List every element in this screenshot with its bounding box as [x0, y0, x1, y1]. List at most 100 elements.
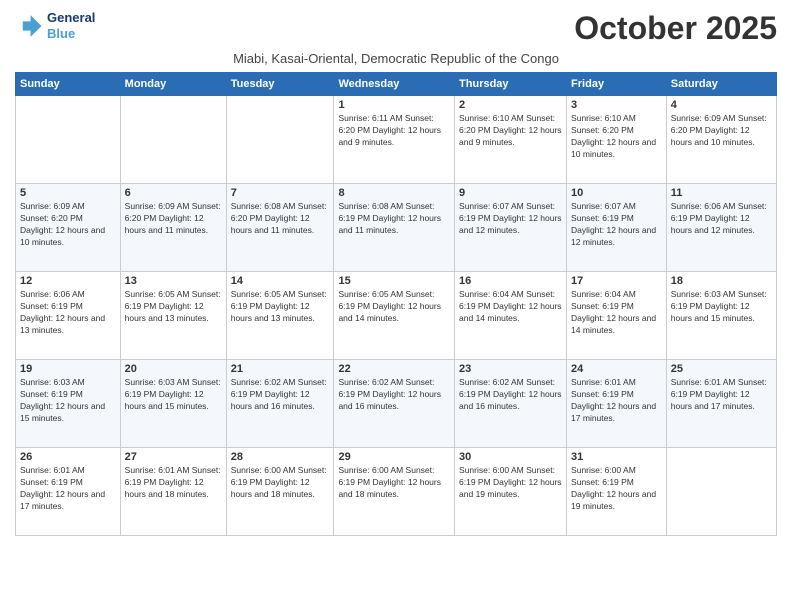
calendar-cell: [120, 96, 226, 184]
calendar-cell: 30 Sunrise: 6:00 AM Sunset: 6:19 PM Dayli…: [455, 448, 567, 536]
week-row-5: 26 Sunrise: 6:01 AM Sunset: 6:19 PM Dayli…: [16, 448, 777, 536]
calendar-cell: 28 Sunrise: 6:00 AM Sunset: 6:19 PM Dayli…: [226, 448, 334, 536]
day-number: 24: [571, 363, 662, 375]
day-number: 3: [571, 99, 662, 111]
cell-info: Sunrise: 6:09 AM Sunset: 6:20 PM Dayligh…: [20, 201, 116, 249]
cell-info: Sunrise: 6:10 AM Sunset: 6:20 PM Dayligh…: [571, 113, 662, 161]
cell-info: Sunrise: 6:09 AM Sunset: 6:20 PM Dayligh…: [125, 201, 222, 237]
cell-info: Sunrise: 6:05 AM Sunset: 6:19 PM Dayligh…: [231, 289, 330, 325]
day-number: 19: [20, 363, 116, 375]
col-header-sunday: Sunday: [16, 73, 121, 96]
calendar-cell: 23 Sunrise: 6:02 AM Sunset: 6:19 PM Dayli…: [455, 360, 567, 448]
day-number: 1: [338, 99, 450, 111]
calendar-cell: 31Sunrise: 6:00 AM Sunset: 6:19 PM Dayli…: [567, 448, 667, 536]
calendar-cell: 10Sunrise: 6:07 AM Sunset: 6:19 PM Dayli…: [567, 184, 667, 272]
cell-info: Sunrise: 6:03 AM Sunset: 6:19 PM Dayligh…: [125, 377, 222, 413]
cell-info: Sunrise: 6:08 AM Sunset: 6:19 PM Dayligh…: [338, 201, 450, 237]
calendar-cell: 22 Sunrise: 6:02 AM Sunset: 6:19 PM Dayli…: [334, 360, 455, 448]
week-row-3: 12Sunrise: 6:06 AM Sunset: 6:19 PM Dayli…: [16, 272, 777, 360]
cell-info: Sunrise: 6:00 AM Sunset: 6:19 PM Dayligh…: [231, 465, 330, 501]
day-number: 27: [125, 451, 222, 463]
cell-info: Sunrise: 6:01 AM Sunset: 6:19 PM Dayligh…: [20, 465, 116, 513]
cell-info: Sunrise: 6:04 AM Sunset: 6:19 PM Dayligh…: [459, 289, 562, 325]
cell-info: Sunrise: 6:00 AM Sunset: 6:19 PM Dayligh…: [338, 465, 450, 501]
logo-text: General Blue: [47, 10, 95, 41]
calendar-table: SundayMondayTuesdayWednesdayThursdayFrid…: [15, 72, 777, 536]
day-number: 28: [231, 451, 330, 463]
header-row: SundayMondayTuesdayWednesdayThursdayFrid…: [16, 73, 777, 96]
calendar-cell: 11 Sunrise: 6:06 AM Sunset: 6:19 PM Dayli…: [666, 184, 776, 272]
day-number: 22: [338, 363, 450, 375]
cell-info: Sunrise: 6:05 AM Sunset: 6:19 PM Dayligh…: [338, 289, 450, 325]
day-number: 12: [20, 275, 116, 287]
calendar-cell: 29Sunrise: 6:00 AM Sunset: 6:19 PM Dayli…: [334, 448, 455, 536]
calendar-cell: 25 Sunrise: 6:01 AM Sunset: 6:19 PM Dayli…: [666, 360, 776, 448]
cell-info: Sunrise: 6:01 AM Sunset: 6:19 PM Dayligh…: [671, 377, 772, 413]
calendar-cell: [666, 448, 776, 536]
day-number: 26: [20, 451, 116, 463]
cell-info: Sunrise: 6:08 AM Sunset: 6:20 PM Dayligh…: [231, 201, 330, 237]
cell-info: Sunrise: 6:00 AM Sunset: 6:19 PM Dayligh…: [459, 465, 562, 501]
day-number: 7: [231, 187, 330, 199]
day-number: 13: [125, 275, 222, 287]
col-header-saturday: Saturday: [666, 73, 776, 96]
day-number: 9: [459, 187, 562, 199]
calendar-cell: 13 Sunrise: 6:05 AM Sunset: 6:19 PM Dayli…: [120, 272, 226, 360]
day-number: 14: [231, 275, 330, 287]
cell-info: Sunrise: 6:10 AM Sunset: 6:20 PM Dayligh…: [459, 113, 562, 149]
calendar-cell: 18Sunrise: 6:03 AM Sunset: 6:19 PM Dayli…: [666, 272, 776, 360]
calendar-cell: 19Sunrise: 6:03 AM Sunset: 6:19 PM Dayli…: [16, 360, 121, 448]
cell-info: Sunrise: 6:01 AM Sunset: 6:19 PM Dayligh…: [571, 377, 662, 425]
calendar-cell: 14 Sunrise: 6:05 AM Sunset: 6:19 PM Dayli…: [226, 272, 334, 360]
day-number: 15: [338, 275, 450, 287]
day-number: 4: [671, 99, 772, 111]
cell-info: Sunrise: 6:01 AM Sunset: 6:19 PM Dayligh…: [125, 465, 222, 501]
calendar-cell: 20Sunrise: 6:03 AM Sunset: 6:19 PM Dayli…: [120, 360, 226, 448]
day-number: 25: [671, 363, 772, 375]
col-header-friday: Friday: [567, 73, 667, 96]
calendar-cell: 6 Sunrise: 6:09 AM Sunset: 6:20 PM Daylig…: [120, 184, 226, 272]
day-number: 23: [459, 363, 562, 375]
calendar-cell: 21 Sunrise: 6:02 AM Sunset: 6:19 PM Dayli…: [226, 360, 334, 448]
cell-info: Sunrise: 6:11 AM Sunset: 6:20 PM Dayligh…: [338, 113, 450, 149]
week-row-4: 19 Sunrise: 6:03 AM Sunset: 6:19 PM Dayli…: [16, 360, 777, 448]
calendar-cell: [16, 96, 121, 184]
logo-icon: [15, 12, 43, 40]
page: General Blue October 2025 Miabi, Kasai-O…: [0, 0, 792, 612]
calendar-cell: 15 Sunrise: 6:05 AM Sunset: 6:19 PM Dayli…: [334, 272, 455, 360]
col-header-wednesday: Wednesday: [334, 73, 455, 96]
day-number: 30: [459, 451, 562, 463]
calendar-cell: [226, 96, 334, 184]
cell-info: Sunrise: 6:00 AM Sunset: 6:19 PM Dayligh…: [571, 465, 662, 513]
calendar-cell: 24 Sunrise: 6:01 AM Sunset: 6:19 PM Dayli…: [567, 360, 667, 448]
month-title: October 2025: [574, 10, 777, 47]
day-number: 21: [231, 363, 330, 375]
logo: General Blue: [15, 10, 95, 41]
cell-info: Sunrise: 6:06 AM Sunset: 6:19 PM Dayligh…: [671, 201, 772, 237]
cell-info: Sunrise: 6:09 AM Sunset: 6:20 PM Dayligh…: [671, 113, 772, 149]
day-number: 6: [125, 187, 222, 199]
day-number: 8: [338, 187, 450, 199]
cell-info: Sunrise: 6:02 AM Sunset: 6:19 PM Dayligh…: [231, 377, 330, 413]
cell-info: Sunrise: 6:02 AM Sunset: 6:19 PM Dayligh…: [338, 377, 450, 413]
calendar-cell: 5Sunrise: 6:09 AM Sunset: 6:20 PM Daylig…: [16, 184, 121, 272]
subtitle: Miabi, Kasai-Oriental, Democratic Republ…: [15, 51, 777, 66]
col-header-thursday: Thursday: [455, 73, 567, 96]
calendar-cell: 7 Sunrise: 6:08 AM Sunset: 6:20 PM Daylig…: [226, 184, 334, 272]
header: General Blue October 2025: [15, 10, 777, 47]
day-number: 17: [571, 275, 662, 287]
cell-info: Sunrise: 6:07 AM Sunset: 6:19 PM Dayligh…: [571, 201, 662, 249]
day-number: 16: [459, 275, 562, 287]
cell-info: Sunrise: 6:05 AM Sunset: 6:19 PM Dayligh…: [125, 289, 222, 325]
col-header-tuesday: Tuesday: [226, 73, 334, 96]
calendar-cell: 26 Sunrise: 6:01 AM Sunset: 6:19 PM Dayli…: [16, 448, 121, 536]
title-block: October 2025: [574, 10, 777, 47]
calendar-cell: 4 Sunrise: 6:09 AM Sunset: 6:20 PM Daylig…: [666, 96, 776, 184]
cell-info: Sunrise: 6:02 AM Sunset: 6:19 PM Dayligh…: [459, 377, 562, 413]
week-row-2: 5Sunrise: 6:09 AM Sunset: 6:20 PM Daylig…: [16, 184, 777, 272]
calendar-cell: 16 Sunrise: 6:04 AM Sunset: 6:19 PM Dayli…: [455, 272, 567, 360]
cell-info: Sunrise: 6:04 AM Sunset: 6:19 PM Dayligh…: [571, 289, 662, 337]
cell-info: Sunrise: 6:07 AM Sunset: 6:19 PM Dayligh…: [459, 201, 562, 237]
day-number: 11: [671, 187, 772, 199]
calendar-cell: 9 Sunrise: 6:07 AM Sunset: 6:19 PM Daylig…: [455, 184, 567, 272]
